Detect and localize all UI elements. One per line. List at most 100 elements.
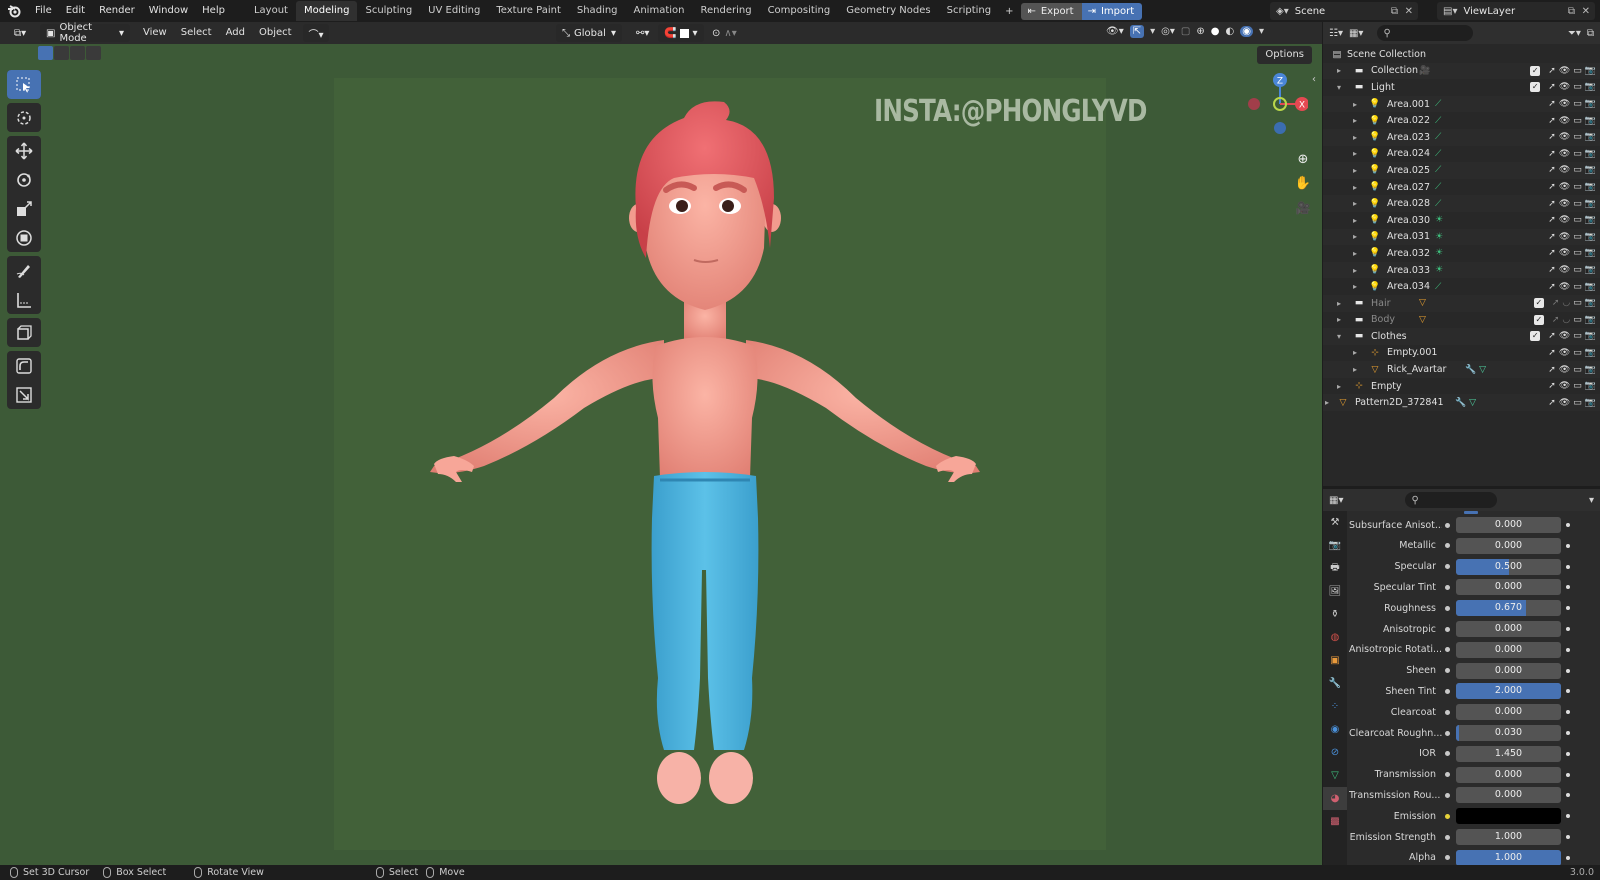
keyframe-dot-icon[interactable] <box>1561 772 1575 777</box>
tab-animation[interactable]: Animation <box>626 1 693 21</box>
pan-button[interactable]: ✋ <box>1292 172 1314 194</box>
exclude-checkbox[interactable]: ✓ <box>1530 331 1541 342</box>
character-model[interactable] <box>334 78 1106 850</box>
expand-closed-icon[interactable]: ▸ <box>1353 116 1357 125</box>
eye-icon[interactable]: 👁 <box>1559 248 1570 258</box>
filter-icon[interactable]: ⏷▾ <box>1568 28 1581 39</box>
menu-view[interactable]: View <box>136 22 174 44</box>
render-toggle-icon[interactable]: 📷 <box>1585 232 1596 242</box>
transform-orientation-dropdown[interactable]: ⤡ Global ▾ <box>556 24 622 42</box>
viewport-toggle-icon[interactable]: ▭ <box>1573 282 1582 292</box>
render-toggle-icon[interactable]: 📷 <box>1585 298 1596 308</box>
viewport-toggle-icon[interactable]: ▭ <box>1573 331 1582 341</box>
selectable-toggle-icon[interactable]: ➚ <box>1548 116 1556 126</box>
slider-field[interactable]: 1.000 <box>1456 829 1561 845</box>
tab-uv-editing[interactable]: UV Editing <box>420 1 488 21</box>
exclude-checkbox[interactable]: ✓ <box>1533 298 1544 309</box>
selectable-toggle-icon[interactable]: ➚ <box>1548 331 1556 341</box>
eye-icon[interactable]: 👁 <box>1559 182 1570 192</box>
keyframe-dot-icon[interactable] <box>1561 585 1575 590</box>
blender-logo-icon[interactable] <box>0 0 28 22</box>
socket-dot-icon[interactable] <box>1442 813 1452 819</box>
zoom-button[interactable]: ⊕ <box>1292 148 1314 170</box>
keyframe-dot-icon[interactable] <box>1561 647 1575 652</box>
expand-closed-icon[interactable]: ▸ <box>1353 249 1357 258</box>
tab-scene[interactable]: ⚱ <box>1323 603 1347 626</box>
selectable-toggle-icon[interactable]: ➚ <box>1548 149 1556 159</box>
keyframe-dot-icon[interactable] <box>1561 564 1575 569</box>
rotate-tool[interactable] <box>7 165 41 194</box>
tab-compositing[interactable]: Compositing <box>760 1 839 21</box>
render-toggle-icon[interactable]: 📷 <box>1585 265 1596 275</box>
outliner-row[interactable]: ▸ 💡 Area.024 ⟋ ➚ 👁 ▭ 📷 <box>1323 146 1600 163</box>
tab-view-layer[interactable]: 🖼 <box>1323 580 1347 603</box>
slider-field[interactable]: 0.000 <box>1456 579 1561 596</box>
gizmo-toggle-icon[interactable]: ⇱ <box>1129 25 1145 38</box>
selectable-toggle-icon[interactable]: ➚ <box>1548 132 1556 142</box>
socket-dot-icon[interactable] <box>1442 522 1452 528</box>
outliner-row[interactable]: ▸ 💡 Area.025 ⟋ ➚ 👁 ▭ 📷 <box>1323 162 1600 179</box>
selectable-toggle-icon[interactable]: ➚ <box>1548 99 1556 109</box>
viewport-toggle-icon[interactable]: ▭ <box>1573 232 1582 242</box>
slider-field[interactable]: 0.000 <box>1456 621 1561 637</box>
outliner-row[interactable]: ▾ ▬ Light ✓ ➚ 👁 ▭ 📷 <box>1323 79 1600 96</box>
tab-data[interactable]: ▽ <box>1323 764 1347 787</box>
keyframe-dot-icon[interactable] <box>1561 523 1575 527</box>
add-workspace-button[interactable]: + <box>999 6 1019 17</box>
scale-tool[interactable] <box>7 194 41 223</box>
expand-closed-icon[interactable]: ▸ <box>1353 282 1357 291</box>
eye-icon[interactable]: 👁 <box>1559 331 1570 341</box>
viewport-toggle-icon[interactable]: ▭ <box>1573 182 1582 192</box>
outliner-row[interactable]: ▸ 💡 Area.027 ⟋ ➚ 👁 ▭ 📷 <box>1323 179 1600 196</box>
expand-closed-icon[interactable]: ▸ <box>1353 183 1357 192</box>
render-toggle-icon[interactable]: 📷 <box>1585 381 1596 391</box>
eye-icon[interactable]: 👁 <box>1559 165 1570 175</box>
outliner-row[interactable]: ▸ ▬ Body ▽ ✓ ➚ ◡ ▭ 📷 <box>1323 312 1600 329</box>
render-toggle-icon[interactable]: 📷 <box>1585 165 1596 175</box>
import-button[interactable]: ⇥ Import <box>1081 2 1143 20</box>
selectable-toggle-icon[interactable]: ➚ <box>1548 381 1556 391</box>
socket-dot-icon[interactable] <box>1442 647 1452 653</box>
tab-world[interactable]: ◍ <box>1323 626 1347 649</box>
eye-icon[interactable]: 👁 <box>1559 282 1570 292</box>
render-toggle-icon[interactable]: 📷 <box>1585 66 1596 76</box>
tab-material[interactable]: ◕ <box>1323 787 1347 810</box>
expand-closed-icon[interactable]: ▸ <box>1353 348 1357 357</box>
outliner-search-input[interactable]: ⚲ <box>1377 25 1474 41</box>
eye-icon[interactable]: 👁 <box>1559 265 1570 275</box>
measure-tool[interactable] <box>7 285 41 314</box>
gpencil-dropdown[interactable]: ⌒▾ <box>302 24 329 42</box>
move-tool[interactable] <box>7 136 41 165</box>
socket-dot-icon[interactable] <box>1442 792 1452 798</box>
keyframe-dot-icon[interactable] <box>1561 814 1575 819</box>
outliner-row[interactable]: ▸ ⊹ Empty.001 ➚ 👁 ▭ 📷 <box>1323 345 1600 362</box>
render-toggle-icon[interactable]: 📷 <box>1585 398 1596 408</box>
select-extend-button[interactable] <box>54 46 69 60</box>
exclude-checkbox[interactable]: ✓ <box>1530 65 1541 76</box>
selectable-toggle-icon[interactable]: ➚ <box>1548 265 1556 275</box>
keyframe-dot-icon[interactable] <box>1561 627 1575 631</box>
material-shading-icon[interactable]: ◐ <box>1225 26 1234 37</box>
visibility-icon[interactable]: 👁▾ <box>1106 26 1124 37</box>
socket-dot-icon[interactable] <box>1442 709 1452 715</box>
outliner-row[interactable]: ▸ 💡 Area.001 ⟋ ➚ 👁 ▭ 📷 <box>1323 95 1600 113</box>
export-button[interactable]: ⇤ Export <box>1021 2 1082 20</box>
viewport-toggle-icon[interactable]: ▭ <box>1573 315 1582 325</box>
eye-icon[interactable]: 👁 <box>1559 66 1570 76</box>
socket-dot-icon[interactable] <box>1442 834 1452 840</box>
eye-icon[interactable]: 👁 <box>1559 232 1570 242</box>
slider-field[interactable]: 0.000 <box>1456 517 1561 533</box>
outliner-row[interactable]: ▸ 💡 Area.034 ⟋ ➚ 👁 ▭ 📷 <box>1323 278 1600 295</box>
editor-type-icon[interactable]: ▦▾ <box>1329 495 1343 506</box>
outliner-row[interactable]: ▸ ▬ Collection 🎥 ✓ ➚ 👁 ▭ 📷 <box>1323 62 1600 80</box>
slider-field[interactable]: 0.000 <box>1456 766 1561 783</box>
annotate-tool[interactable] <box>7 256 41 285</box>
navigation-gizmo[interactable]: Z X <box>1244 70 1309 134</box>
selectable-toggle-icon[interactable]: ➚ <box>1548 248 1556 258</box>
outliner-row[interactable]: ▸ ⊹ Empty ➚ 👁 ▭ 📷 <box>1323 378 1600 395</box>
selectable-toggle-icon[interactable]: ➚ <box>1548 215 1556 225</box>
expand-closed-icon[interactable]: ▸ <box>1353 133 1357 142</box>
selectable-toggle-icon[interactable]: ➚ <box>1552 315 1560 325</box>
new-collection-icon[interactable]: ⧉ <box>1587 28 1594 39</box>
outliner-row[interactable]: ▾ ▬ Clothes ✓ ➚ 👁 ▭ 📷 <box>1323 328 1600 345</box>
